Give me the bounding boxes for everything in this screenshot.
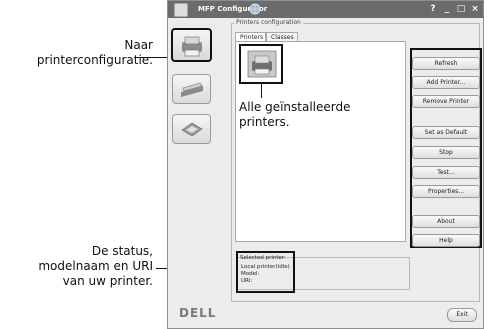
add-printer-button[interactable]: Add Printer...: [412, 76, 480, 89]
printer-icon: [182, 36, 202, 57]
selected-printer-info: Selected printer: Local printer(idle) Mo…: [236, 251, 295, 293]
selected-printer-label: Selected printer:: [240, 255, 286, 261]
close-icon[interactable]: ×: [468, 3, 482, 15]
about-button[interactable]: About: [412, 215, 480, 228]
printer-list[interactable]: Alle geïnstalleerde printers.: [235, 41, 406, 242]
mfp-configurator-window: MFP Configurator ? _ □ × Printers config…: [167, 0, 484, 329]
title-bar: MFP Configurator ? _ □ ×: [168, 1, 483, 18]
stop-button[interactable]: Stop: [412, 146, 480, 159]
exit-button[interactable]: Exit: [447, 308, 477, 322]
printer-status: Local printer(idle): [241, 264, 290, 270]
exit-label: Exit: [456, 311, 468, 318]
callout-status: De status, modelnaam en URI van uw print…: [0, 244, 153, 289]
scanner-icon: [181, 82, 203, 97]
callout-status-line-1: De status,: [91, 244, 153, 258]
app-icon: [174, 3, 188, 17]
help-icon[interactable]: ?: [426, 3, 440, 15]
callout-center-line-2: printers.: [239, 115, 290, 129]
port-config-button[interactable]: [172, 114, 211, 144]
properties-button[interactable]: Properties...: [412, 185, 480, 198]
scanner-config-button[interactable]: [172, 74, 211, 104]
callout-leader-center: [261, 84, 262, 98]
callout-line-1: Naar: [124, 38, 153, 52]
set-default-button[interactable]: Set as Default: [412, 126, 480, 139]
remove-printer-button[interactable]: Remove Printer: [412, 95, 480, 108]
refresh-button[interactable]: Refresh: [412, 57, 480, 70]
callout-center-line-1: Alle geïnstalleerde: [239, 100, 351, 114]
help-button[interactable]: Help: [412, 234, 480, 247]
test-button[interactable]: Test...: [412, 166, 480, 179]
printer-icon: [247, 50, 277, 78]
group-label: Printers configuration: [234, 19, 303, 26]
printer-model: Model:: [241, 271, 260, 277]
printer-config-button[interactable]: [171, 28, 212, 62]
minimize-icon[interactable]: _: [440, 3, 454, 15]
callout-printer-config: Naar printerconfiguratie.: [0, 38, 153, 68]
globe-icon: [249, 3, 261, 15]
printer-uri: URI:: [241, 278, 253, 284]
printer-list-item[interactable]: [239, 44, 283, 84]
callout-status-line-2: modelnaam en URI: [38, 259, 153, 273]
callout-installed-printers: Alle geïnstalleerde printers.: [239, 100, 350, 130]
callout-line-2: printerconfiguratie.: [36, 53, 153, 67]
callout-status-line-3: van uw printer.: [62, 274, 153, 288]
port-icon: [181, 122, 203, 137]
maximize-icon[interactable]: □: [454, 3, 468, 15]
dell-logo: DELL: [179, 306, 217, 320]
